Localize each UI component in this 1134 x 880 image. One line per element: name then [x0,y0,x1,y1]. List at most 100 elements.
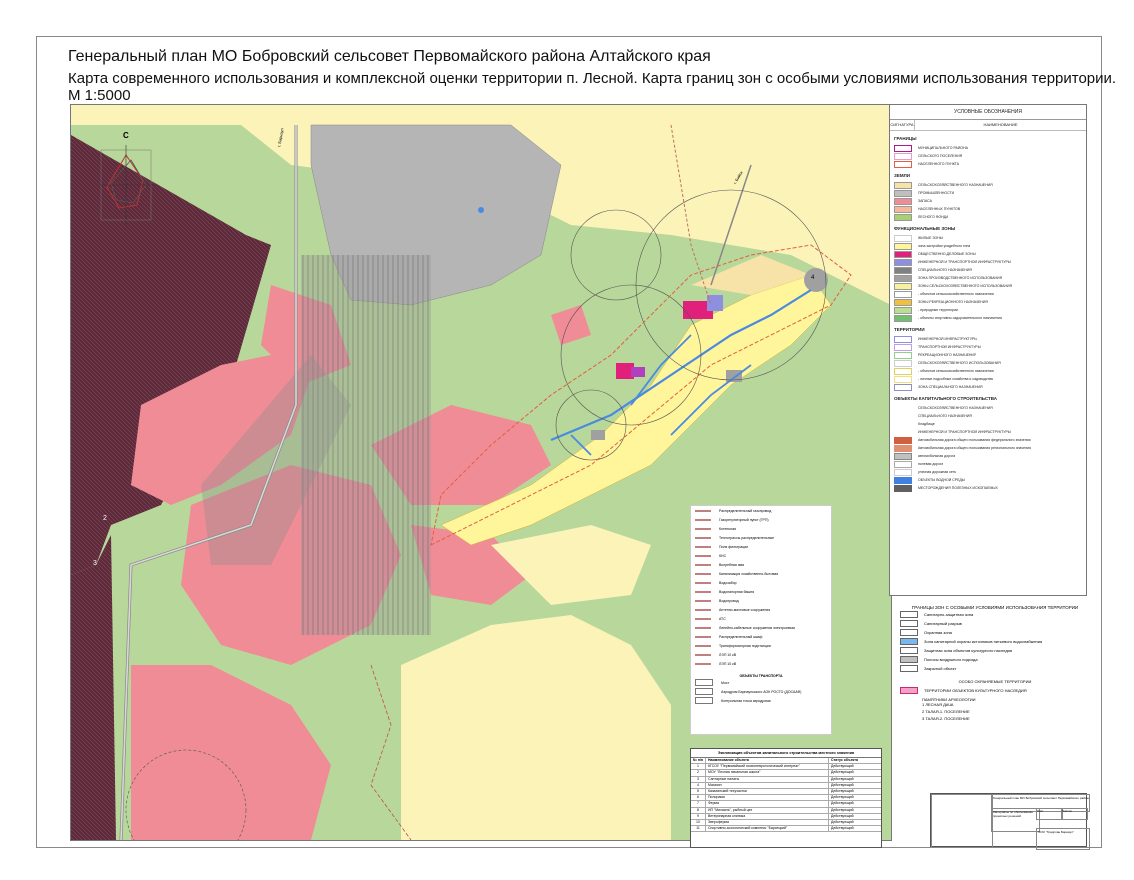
engineering-line-symbol [695,563,711,566]
transport-legend-label: Контрольная точка аэродрома [721,698,771,703]
objects-table: Экспликация объектов капитального строит… [690,748,882,848]
legend-row-label: ЗАПАСА [918,199,932,203]
legend-row-label: - объекты спортивно-оздоровительного наз… [918,316,1002,320]
engineering-line-symbol [695,509,711,512]
legend-swatch [894,290,912,298]
header-name: Наименование объекта [706,758,829,764]
legend-row-label: зона застройки усадебного типа [918,244,971,248]
legend-row: СПЕЦИАЛЬНОГО НАЗНАЧЕНИЯ [894,266,1086,274]
legend-row: - объектов сельскохозяйственного назначе… [894,367,1086,375]
legend-swatch [894,460,912,468]
engineering-legend-row: Водонапорная башня [691,587,831,596]
cell-status: Действующий [831,770,854,775]
special-zone-north [804,268,828,292]
legend-row-label: ИНЖЕНЕРНОЙ И ТРАНСПОРТНОЙ ИНФРАСТРУКТУРЫ [918,260,1011,264]
legend-swatch [894,160,912,168]
engineering-legend-row: Выгребная яма [691,560,831,569]
legend-row: Автомобильная дорога общего пользования … [894,444,1086,452]
legend-swatch [894,298,912,306]
legend-row-label: НАСЕЛЕННОГО ПУНКТА [918,162,960,166]
zone-legend-row: Полосы воздушного подхода [900,655,1090,664]
zone-legend-row: Санитарно-защитная зона [900,610,1090,619]
legend-row: ЗАПАСА [894,197,1086,205]
cell-status: Действующий [831,782,854,787]
engineering-legend-row: Распределительный шкаф [691,632,831,641]
cell-name: Пилорама [706,795,829,801]
cell-number: 2 [691,770,706,776]
zone-legend-label: Закрытый объект [924,666,957,671]
engineering-line-symbol [695,653,711,656]
engineering-legend-label: Антенно-мачтовые сооружения [719,607,771,612]
map-scale: М 1:5000 [68,87,131,104]
legend-row-label: Автомобильная дорога общего пользования … [918,446,1031,450]
stamp-sheets-label: Листов [1061,808,1088,820]
zone-legend-row: Санитарный разрыв [900,619,1090,628]
engineering-line-symbol [695,590,711,593]
zones-legend: ГРАНИЦЫ ЗОН С ОСОБЫМИ УСЛОВИЯМИ ИСПОЛЬЗО… [900,605,1090,755]
stamp-signatures [931,794,993,848]
engineering-legend-row: Антенно-мачтовые сооружения [691,605,831,614]
legend-row: ИНЖЕНЕРНОЙ И ТРАНСПОРТНОЙ ИНФРАСТРУКТУРЫ [894,428,1086,436]
cell-number: 10 [691,819,706,826]
cell-number: 6 [691,795,706,801]
legend-swatch [894,452,912,460]
legend-swatch [894,213,912,221]
engineering-legend-label: ЛЭП 10 кВ [719,652,737,657]
engineering-legend-label: Котельная [719,526,736,531]
legend-swatch [894,144,912,152]
legend-row-label: ОБЩЕСТВЕННО-ДЕЛОВЫЕ ЗОНЫ [918,252,976,256]
engineering-legend-row: ЛЭП 10 кВ [691,659,831,668]
legend-heading: УСЛОВНЫЕ ОБОЗНАЧЕНИЯ [890,105,1086,120]
engineering-legend-rows: Распределительный газопровод Газорегулято… [691,506,831,668]
legend-row-label: МУНИЦИПАЛЬНОГО РАЙОНА [918,146,968,150]
legend-swatch [894,484,912,492]
legend-row: НАСЕЛЕННЫХ ПУНКТОВ [894,205,1086,213]
legend-swatch [894,444,912,452]
legend-row: - объекты спортивно-оздоровительного наз… [894,314,1086,322]
legend-swatch [894,383,912,391]
legend-row-label: ЗОНА ПРОИЗВОДСТВЕННОГО ИСПОЛЬЗОВАНИЯ [918,276,1003,280]
engineering-legend-row: Теплотрассы распределительные [691,533,831,542]
engineering-legend-row: Канализация хозяйственно-бытовая [691,569,831,578]
legend-row-label: МЕСТОРОЖДЕНИЯ ПОЛЕЗНЫХ ИСКОПАЕМЫХ [918,486,998,490]
engineering-legend-label: Водозабор [719,580,737,585]
stamp-sheet-label: Лист [1036,808,1063,820]
legend-row: ЗОНА ПРОИЗВОДСТВЕННОГО ИСПОЛЬЗОВАНИЯ [894,274,1086,282]
zones-legend-rows: Санитарно-защитная зона Санитарный разрыв… [900,610,1090,673]
engineering-legend-label: Распределительный шкаф [719,634,763,639]
restricted-zone-southwest [71,535,116,840]
zone-swatch [900,647,918,654]
engineering-line-symbol [695,617,711,620]
legend-row: ЗОНА СПЕЦИАЛЬНОГО НАЗНАЧЕНИЯ [894,383,1086,391]
public-zone-3 [631,367,645,377]
object-label-4: 4 [811,275,815,281]
transport-symbol [695,688,713,695]
engineering-legend-row: ЛЭП 10 кВ [691,650,831,659]
legend-swatch [894,266,912,274]
cell-name: Казахинский техучастки [706,788,829,795]
cell-status: Действующий [831,813,854,818]
legend-row-label: СПЕЦИАЛЬНОГО НАЗНАЧЕНИЯ [918,414,972,418]
cell-status: Действующий [831,776,854,781]
legend-row-label: ЗОНА СПЕЦИАЛЬНОГО НАЗНАЧЕНИЯ [918,385,983,389]
legend-swatch [894,189,912,197]
engineering-zone-1 [707,295,723,311]
legend-row-label: НАСЕЛЕННЫХ ПУНКТОВ [918,207,961,211]
transport-symbol [695,697,713,704]
engineering-line-symbol [695,635,711,638]
cell-number: 1 [691,764,706,770]
monument-label-2: 2 [103,515,107,522]
legend-swatch [894,250,912,258]
protected-swatch [900,687,918,694]
transport-legend-rows: Мост Аэродром Барнаульского АОК РОСТО (ДО… [691,678,831,705]
legend-sections: ГРАНИЦЫ МУНИЦИПАЛЬНОГО РАЙОНА СЕЛЬСКОГО ПО… [890,136,1086,492]
engineering-line-symbol [695,581,711,584]
engineering-line-symbol [695,518,711,521]
transport-symbol [695,679,713,686]
cell-name: КГСОУ "Первомайский психоневрологический… [706,764,829,770]
legend-section-title: ТЕРРИТОРИИ [894,327,925,332]
legend-swatch [894,234,912,242]
cell-status: Действующий [831,801,854,806]
legend-swatch [894,436,912,444]
legend-row-label: - природные территории [918,308,958,312]
